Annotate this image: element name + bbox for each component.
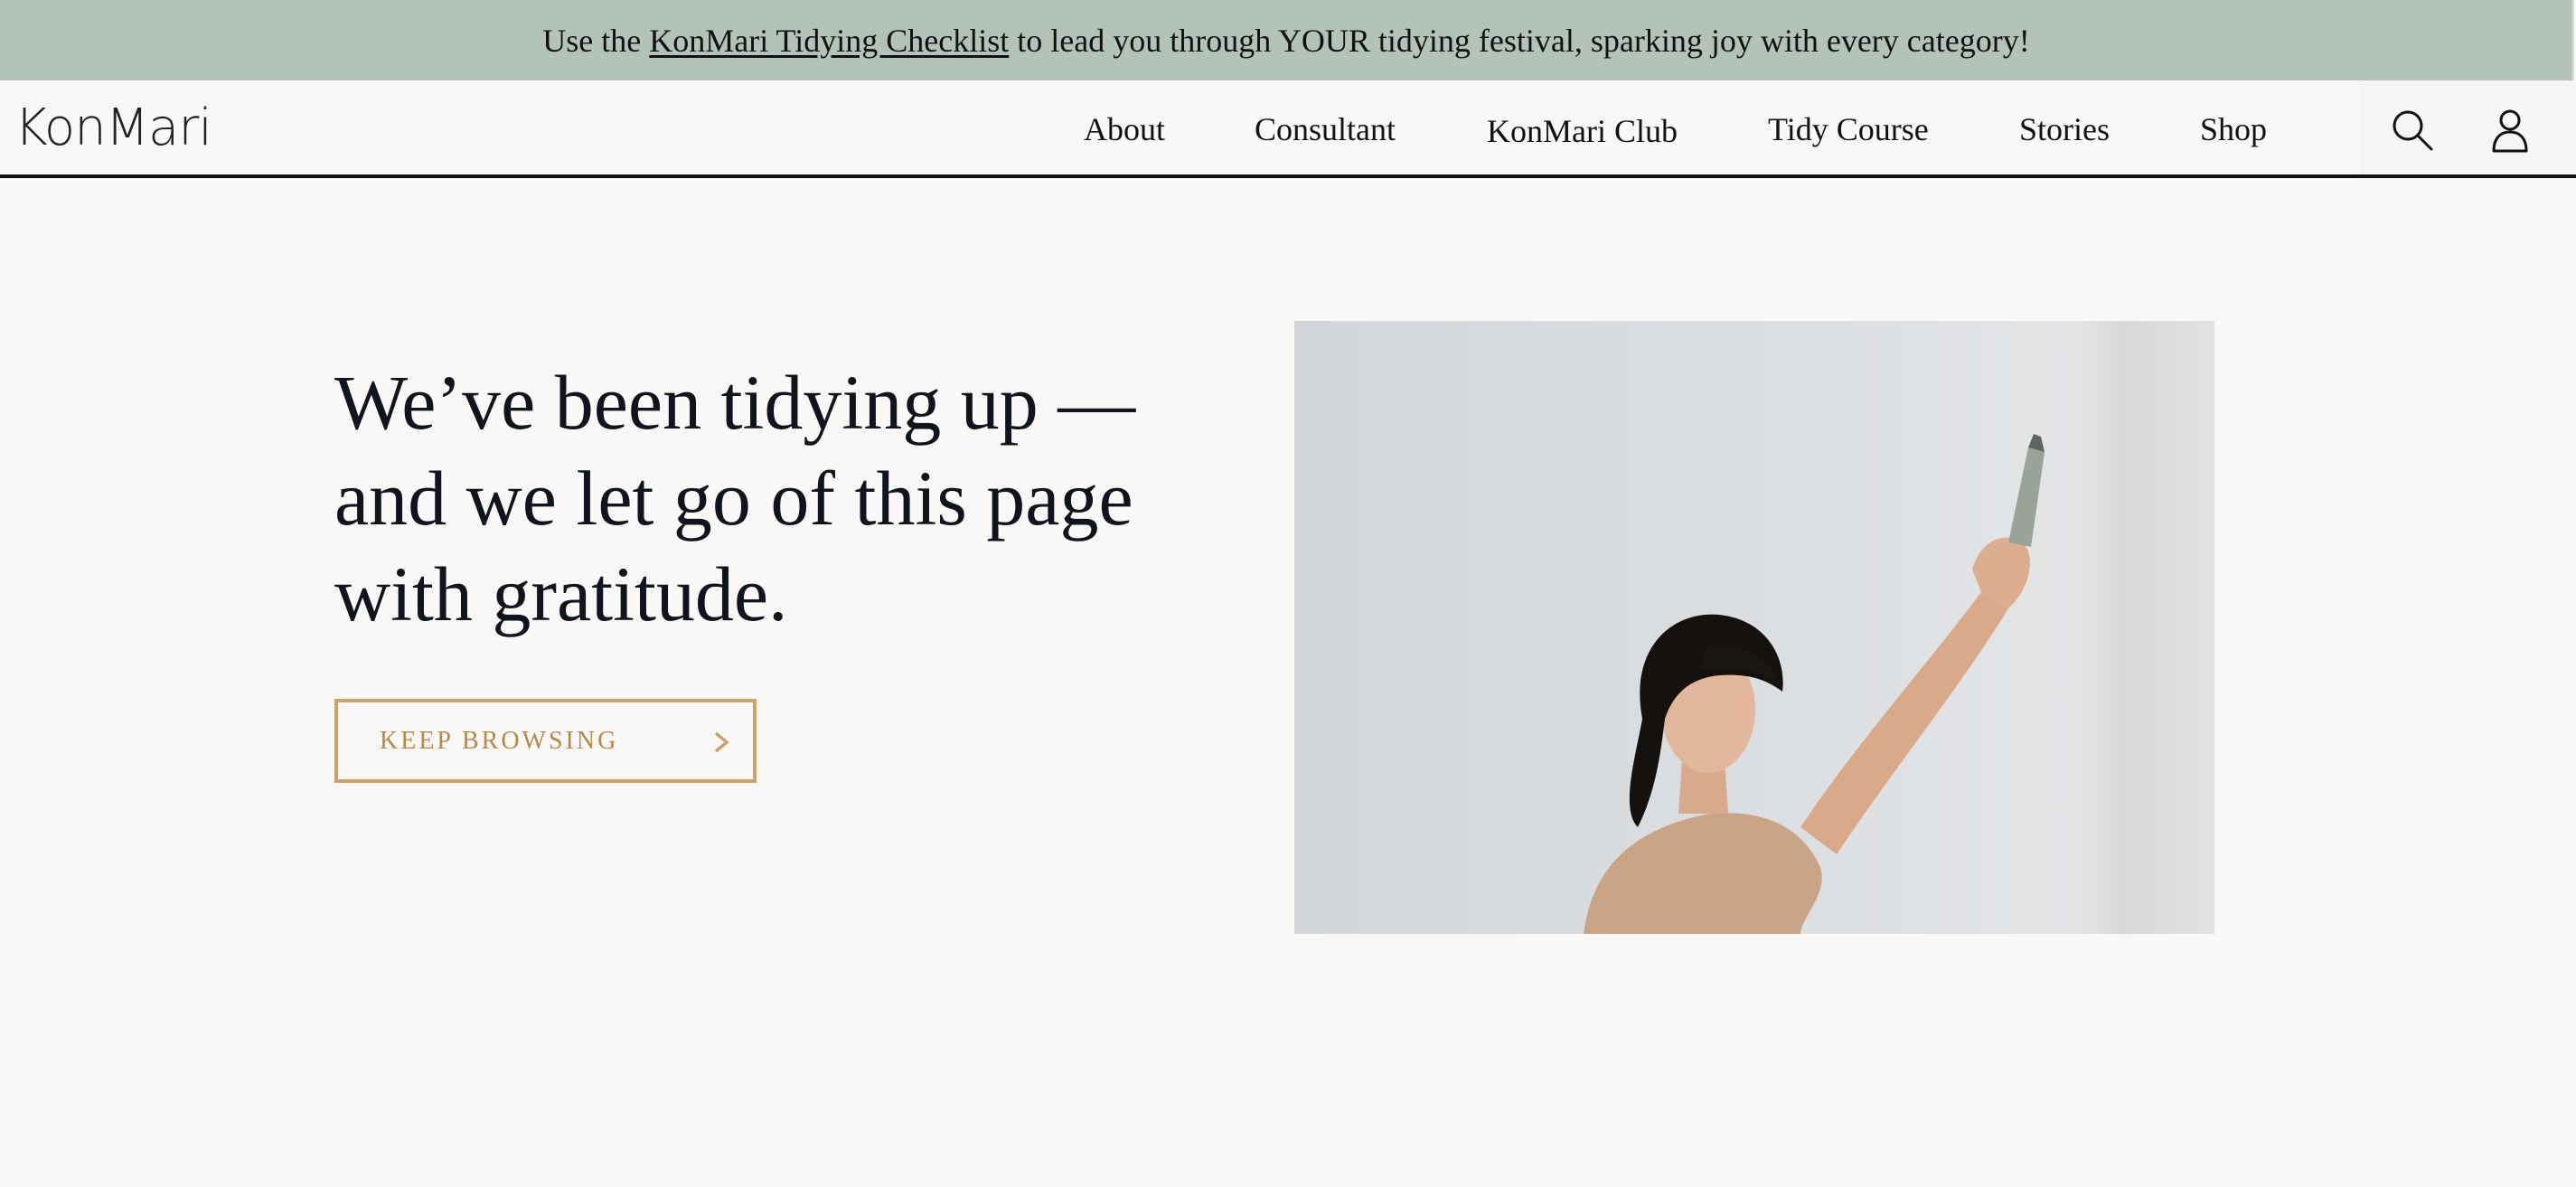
site-header: KonMari About Consultant KonMari Club Ti… [0,80,2576,178]
nav-konmari-club[interactable]: KonMari Club [1487,112,1678,150]
hero-title: We’ve been tidying up — and we let go of… [334,359,1136,637]
hero-image [1294,321,2214,934]
announcement-suffix: to lead you through YOUR tidying festiva… [1009,22,2030,59]
nav-tidy-course[interactable]: Tidy Course [1768,110,1929,148]
konmari-logo[interactable]: KonMari [14,99,212,157]
announcement-bar: Use the KonMari Tidying Checklist to lea… [0,0,2574,80]
keep-browsing-button[interactable]: KEEP BROWSING [334,699,757,783]
header-actions [2359,80,2576,174]
nav-shop[interactable]: Shop [2200,110,2267,148]
hero-photo-illustration [1294,321,2214,934]
nav-about[interactable]: About [1084,110,1165,148]
announcement-prefix: Use the [542,22,650,59]
nav-consultant[interactable]: Consultant [1255,110,1396,148]
search-icon[interactable] [2390,108,2435,153]
account-icon[interactable] [2487,108,2533,153]
chevron-right-icon [714,731,729,753]
checklist-link[interactable]: KonMari Tidying Checklist [649,22,1009,60]
nav-stories[interactable]: Stories [2019,110,2110,148]
keep-browsing-label: KEEP BROWSING [380,726,619,755]
